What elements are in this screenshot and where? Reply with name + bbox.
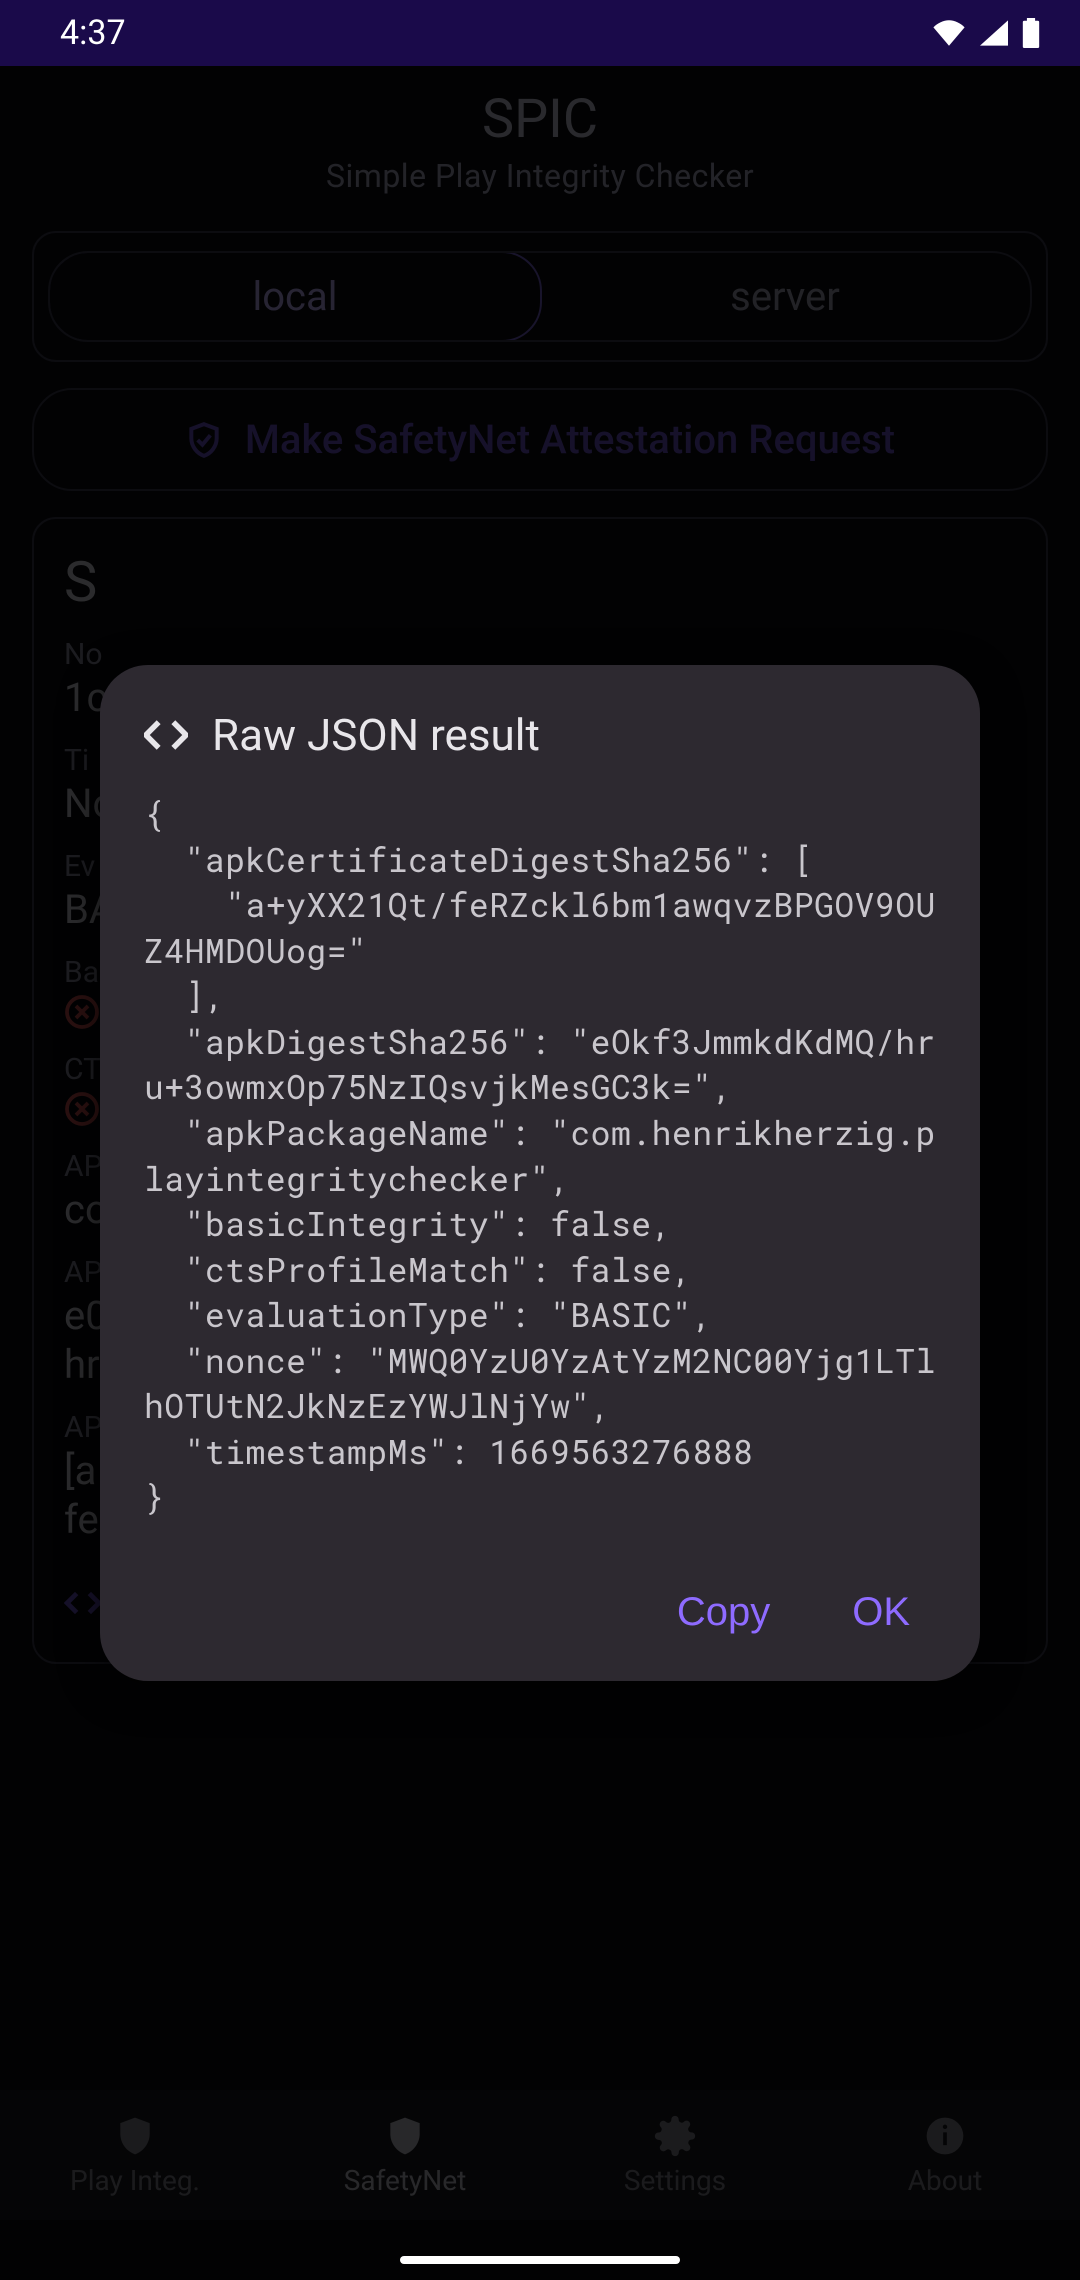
raw-json-dialog: Raw JSON result { "apkCertificateDigestS… — [100, 665, 980, 1681]
status-bar: 4:37 — [0, 0, 1080, 66]
status-time: 4:37 — [60, 13, 126, 53]
wifi-icon — [932, 20, 966, 46]
status-icons — [932, 18, 1040, 48]
dialog-title-row: Raw JSON result — [144, 709, 936, 761]
gesture-bar[interactable] — [400, 2256, 680, 2264]
ok-button[interactable]: OK — [846, 1580, 916, 1645]
signal-icon — [980, 20, 1008, 46]
dialog-overlay[interactable]: Raw JSON result { "apkCertificateDigestS… — [0, 66, 1080, 2280]
dialog-title: Raw JSON result — [212, 709, 540, 761]
dialog-actions: Copy OK — [144, 1580, 936, 1645]
dialog-json-body: { "apkCertificateDigestSha256": [ "a+yXX… — [144, 791, 936, 1520]
copy-button[interactable]: Copy — [671, 1580, 776, 1645]
code-icon — [144, 719, 188, 751]
battery-icon — [1022, 18, 1040, 48]
